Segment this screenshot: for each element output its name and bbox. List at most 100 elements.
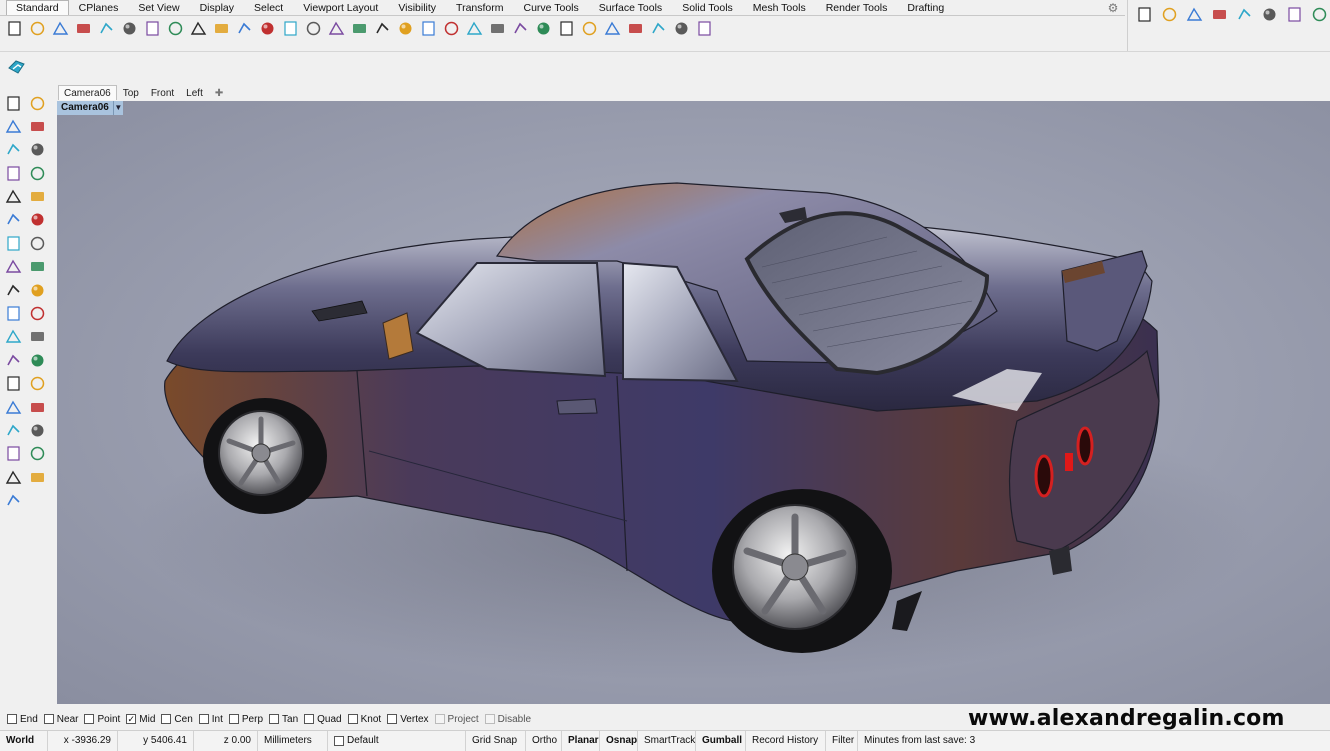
smarttrack-button[interactable]: SmartTrack	[638, 731, 696, 751]
ellipse-icon[interactable]	[2, 186, 24, 208]
sphere-icon[interactable]	[2, 326, 24, 348]
tab-cplanes[interactable]: CPlanes	[69, 0, 129, 15]
box-icon[interactable]	[1258, 3, 1280, 25]
render-preview-icon[interactable]	[418, 18, 439, 39]
viewport-tab-left[interactable]: Left	[180, 85, 209, 100]
box-solid-icon[interactable]	[2, 232, 24, 254]
tab-solid-tools[interactable]: Solid Tools	[672, 0, 743, 15]
osnap-perp[interactable]: Perp	[228, 714, 263, 725]
text-icon[interactable]	[2, 373, 24, 395]
four-viewports-icon[interactable]	[372, 18, 393, 39]
fillet-icon[interactable]	[26, 209, 48, 231]
osnap-int[interactable]: Int	[198, 714, 223, 725]
analyze-icon[interactable]	[26, 466, 48, 488]
trim-icon[interactable]	[2, 303, 24, 325]
arc-icon[interactable]	[26, 139, 48, 161]
import-icon[interactable]	[96, 18, 117, 39]
split-icon[interactable]	[26, 279, 48, 301]
grass-icon[interactable]	[1308, 3, 1330, 25]
checkbox[interactable]	[84, 714, 95, 724]
tab-display[interactable]: Display	[190, 0, 244, 15]
curve-icon[interactable]	[26, 115, 48, 137]
window-icon[interactable]	[1209, 3, 1231, 25]
osnap-vertex[interactable]: Vertex	[387, 714, 429, 725]
units-button[interactable]: Millimeters	[258, 731, 328, 751]
viewport-tab-front[interactable]: Front	[145, 85, 180, 100]
copy-icon[interactable]	[142, 18, 163, 39]
light-bulb-icon[interactable]	[464, 18, 485, 39]
cut-icon[interactable]	[119, 18, 140, 39]
cplane-icon[interactable]	[441, 18, 462, 39]
sphere-blue-icon[interactable]	[602, 18, 623, 39]
boolean-icon[interactable]	[26, 232, 48, 254]
grid-icon[interactable]	[2, 419, 24, 441]
chevron-down-icon[interactable]: ▼	[112, 101, 123, 115]
rotate-icon[interactable]	[2, 349, 24, 371]
material-icon[interactable]	[510, 18, 531, 39]
osnap-button[interactable]: Osnap	[600, 731, 638, 751]
osnap-knot[interactable]: Knot	[347, 714, 381, 725]
car-shade-icon[interactable]	[395, 18, 416, 39]
zoom-icon[interactable]	[257, 18, 278, 39]
sphere-render-icon[interactable]	[556, 18, 577, 39]
pan-hand-icon[interactable]	[211, 18, 232, 39]
cplane-world-button[interactable]: World	[0, 731, 48, 751]
polygon-icon[interactable]	[2, 162, 24, 184]
lock-icon[interactable]	[487, 18, 508, 39]
tab-standard[interactable]: Standard	[6, 0, 69, 15]
open-folder-icon[interactable]	[27, 18, 48, 39]
teapot-icon[interactable]	[1159, 3, 1181, 25]
ortho-button[interactable]: Ortho	[526, 731, 562, 751]
osnap-project[interactable]: Project	[434, 714, 479, 725]
panel-icon[interactable]	[1184, 3, 1206, 25]
save-icon[interactable]	[50, 18, 71, 39]
extend-icon[interactable]	[26, 303, 48, 325]
move-view-icon[interactable]	[234, 18, 255, 39]
car-model[interactable]	[57, 101, 1330, 704]
checkbox[interactable]: ✓	[126, 714, 137, 724]
circle-icon[interactable]	[2, 139, 24, 161]
paint-icon[interactable]	[2, 466, 24, 488]
checkbox[interactable]	[347, 714, 358, 724]
car-icon[interactable]	[1283, 3, 1305, 25]
tab-drafting[interactable]: Drafting	[897, 0, 954, 15]
zoom-selected-icon[interactable]	[326, 18, 347, 39]
osnap-end[interactable]: End	[7, 714, 38, 725]
tab-select[interactable]: Select	[244, 0, 293, 15]
perspective-viewport[interactable]: Camera06 ▼	[57, 101, 1330, 704]
array-icon[interactable]	[26, 373, 48, 395]
funnel-icon[interactable]	[1234, 3, 1256, 25]
tab-curve-tools[interactable]: Curve Tools	[514, 0, 589, 15]
new-file-icon[interactable]	[4, 18, 25, 39]
osnap-cen[interactable]: Cen	[161, 714, 193, 725]
point-icon[interactable]	[26, 92, 48, 114]
polyline-icon[interactable]	[2, 115, 24, 137]
scale-icon[interactable]	[26, 349, 48, 371]
osnap-near[interactable]: Near	[43, 714, 78, 725]
checkbox[interactable]	[228, 714, 239, 724]
osnap-disable[interactable]: Disable	[484, 714, 531, 725]
checkbox[interactable]	[434, 714, 445, 724]
offset-icon[interactable]	[2, 209, 24, 231]
checkbox[interactable]	[43, 714, 54, 724]
gumball-button[interactable]: Gumball	[696, 731, 746, 751]
viewport-tab-top[interactable]: Top	[117, 85, 145, 100]
osnap-tan[interactable]: Tan	[269, 714, 298, 725]
viewport-name[interactable]: Camera06	[57, 101, 113, 115]
rotate-view-icon[interactable]	[349, 18, 370, 39]
rectangle-icon[interactable]	[26, 162, 48, 184]
mesh-icon[interactable]	[2, 443, 24, 465]
tab-set-view[interactable]: Set View	[128, 0, 189, 15]
layer-icon[interactable]	[2, 490, 24, 512]
surface-icon[interactable]	[26, 256, 48, 278]
tab-render-tools[interactable]: Render Tools	[816, 0, 898, 15]
checkbox[interactable]	[198, 714, 209, 724]
undo-icon[interactable]	[188, 18, 209, 39]
checkbox[interactable]	[161, 714, 172, 724]
curve-freeform-icon[interactable]	[26, 186, 48, 208]
checkbox[interactable]	[269, 714, 280, 724]
zoom-window-icon[interactable]	[280, 18, 301, 39]
select-arrow-icon[interactable]	[2, 92, 24, 114]
grid-snap-button[interactable]: Grid Snap	[466, 731, 526, 751]
osnap-quad[interactable]: Quad	[304, 714, 342, 725]
